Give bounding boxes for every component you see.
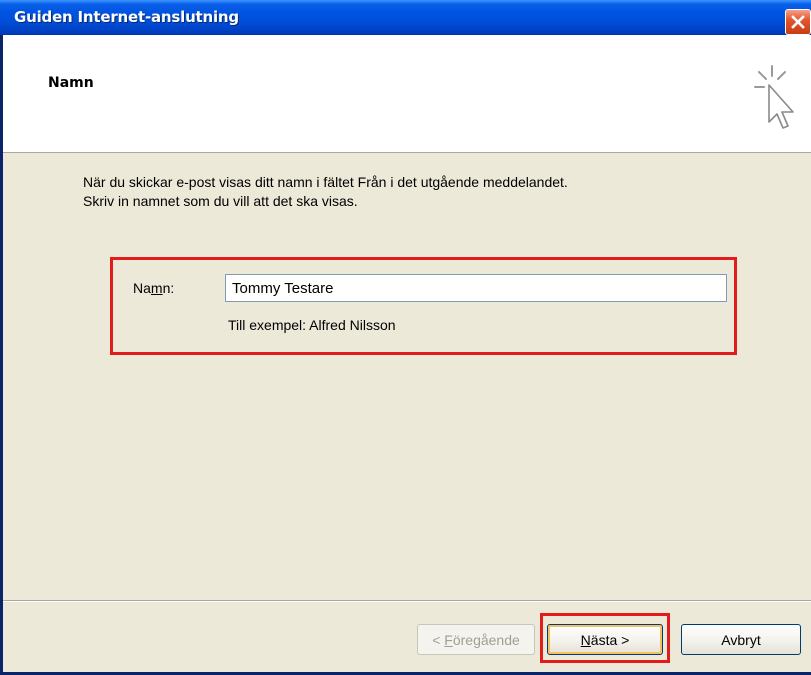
name-label-part: n: [162,280,175,296]
name-label-accelerator: m [150,280,163,296]
window-title: Guiden Internet-anslutning [14,8,239,26]
wizard-header: Namn [3,35,811,153]
cancel-button-label: Avbryt [721,631,761,648]
back-button[interactable]: < Föregående [417,624,535,655]
name-label: Namn: [133,280,174,296]
back-button-label: öregående [452,631,520,648]
page-title: Namn [48,75,94,91]
cancel-button[interactable]: Avbryt [681,624,801,655]
back-button-label: < [432,631,445,648]
description-line-2: Skriv in namnet som du vill att det ska … [83,193,358,209]
wizard-window: Guiden Internet-anslutning Namn När du s… [0,0,811,675]
next-button[interactable]: Nästa > [547,624,663,655]
footer-divider [3,600,811,602]
name-label-part: Na [133,280,151,296]
description-text: När du skickar e-post visas ditt namn i … [83,173,568,211]
next-button-accelerator: N [580,631,591,648]
back-button-accelerator: F [444,631,453,648]
wizard-cursor-icon [754,65,794,129]
next-button-label: ästa > [590,631,630,648]
close-button[interactable] [785,9,811,35]
description-line-1: När du skickar e-post visas ditt namn i … [83,174,568,190]
example-text: Till exempel: Alfred Nilsson [228,317,396,333]
close-icon [791,15,805,29]
title-bar[interactable]: Guiden Internet-anslutning [0,0,811,35]
name-field-highlight [110,257,737,355]
name-input[interactable] [225,274,727,302]
